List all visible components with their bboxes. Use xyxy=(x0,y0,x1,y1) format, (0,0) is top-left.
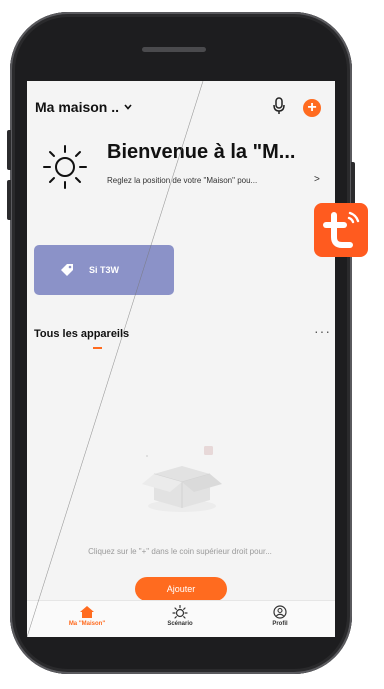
chevron-right-icon[interactable]: > xyxy=(314,174,320,185)
empty-box-illustration xyxy=(142,446,222,512)
tab-scenario[interactable]: Scénario xyxy=(145,605,215,627)
phone-frame: Ma maison .. + Bienvenue à la "M... Regl… xyxy=(7,12,355,674)
scene-card[interactable]: Si T3W xyxy=(34,245,174,295)
scene-label: Si T3W xyxy=(89,265,120,275)
empty-state-text: Cliquez sur le "+" dans le coin supérieu… xyxy=(88,547,272,556)
tab-home[interactable]: Ma "Maison" xyxy=(52,605,122,627)
tab-home-label: Ma "Maison" xyxy=(68,621,106,627)
tab-profile[interactable]: Profil xyxy=(245,605,315,627)
tab-scenario-label: Scénario xyxy=(167,621,193,627)
welcome-subtitle[interactable]: Reglez la position de votre "Maison" pou… xyxy=(107,176,307,185)
microphone-icon[interactable] xyxy=(272,97,286,115)
home-icon xyxy=(80,606,94,618)
active-tab-indicator xyxy=(93,347,102,349)
welcome-title: Bienvenue à la "M... xyxy=(107,141,296,163)
weather-sun-icon xyxy=(43,145,87,189)
home-selector[interactable]: Ma maison .. xyxy=(35,99,132,115)
earpiece-speaker xyxy=(142,47,206,52)
profile-icon xyxy=(273,605,287,619)
bottom-tab-bar: Ma "Maison" Scénario Profil xyxy=(27,600,335,637)
home-name: Ma maison .. xyxy=(35,99,120,115)
app-screen: Ma maison .. + Bienvenue à la "M... Regl… xyxy=(27,81,335,637)
add-device-button[interactable]: + xyxy=(303,99,321,117)
tab-profile-label: Profil xyxy=(272,621,288,627)
tag-icon xyxy=(61,264,73,276)
sun-icon xyxy=(172,605,188,619)
section-title-all-devices[interactable]: Tous les appareils xyxy=(34,328,129,340)
chevron-down-icon xyxy=(124,104,132,110)
tuya-t-logo-icon xyxy=(323,211,360,248)
volume-up-button xyxy=(7,130,11,170)
add-button[interactable]: Ajouter xyxy=(135,577,227,601)
more-options-button[interactable]: ··· xyxy=(314,323,331,339)
volume-down-button xyxy=(7,180,11,220)
tuya-logo xyxy=(314,203,368,257)
